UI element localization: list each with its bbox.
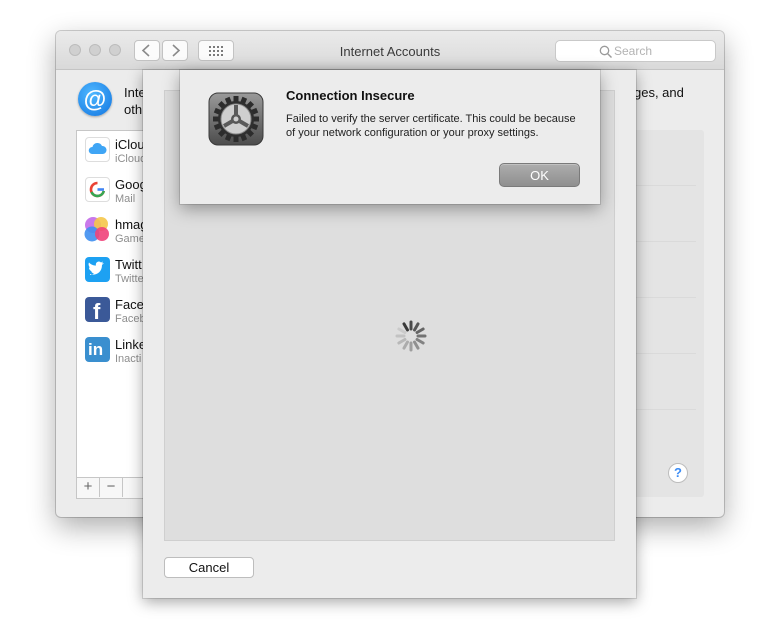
account-detail: Twitte: [115, 273, 144, 285]
linkedin-icon: in: [85, 337, 110, 362]
account-name: iClou: [115, 137, 145, 152]
account-detail: Faceb: [115, 313, 146, 325]
help-button[interactable]: ?: [668, 463, 688, 483]
alert-message: Failed to verify the server certificate.…: [286, 113, 576, 139]
twitter-icon: [85, 257, 110, 282]
search-icon: [599, 45, 612, 58]
loading-spinner-icon: [395, 320, 427, 352]
account-detail: Game: [115, 233, 145, 245]
facebook-icon: f: [85, 297, 110, 324]
remove-account-button[interactable]: −: [100, 478, 123, 497]
account-detail: Inacti: [115, 353, 142, 365]
alert-title: Connection Insecure: [286, 88, 415, 103]
at-sign-icon: @: [78, 82, 112, 116]
game-center-icon: [84, 217, 110, 242]
account-name: Face: [115, 297, 144, 312]
account-name: Linke: [115, 337, 147, 352]
ok-button[interactable]: OK: [499, 163, 580, 187]
search-input[interactable]: [614, 43, 710, 59]
account-name: Twitt: [115, 257, 142, 272]
search-field[interactable]: [555, 40, 716, 62]
icloud-icon: [85, 137, 110, 162]
description-line1-end: ges, and: [634, 85, 684, 100]
description-line2-start: oth: [124, 102, 143, 117]
cancel-button[interactable]: Cancel: [164, 557, 254, 578]
system-preferences-gear-icon: [208, 92, 264, 146]
account-detail: Mail: [115, 193, 136, 205]
title-bar: Internet Accounts: [56, 31, 724, 70]
add-account-button[interactable]: +: [77, 478, 100, 497]
connection-insecure-alert: Connection Insecure Failed to verify the…: [180, 70, 600, 204]
account-detail: iCloud: [115, 153, 147, 165]
google-icon: [85, 177, 110, 202]
